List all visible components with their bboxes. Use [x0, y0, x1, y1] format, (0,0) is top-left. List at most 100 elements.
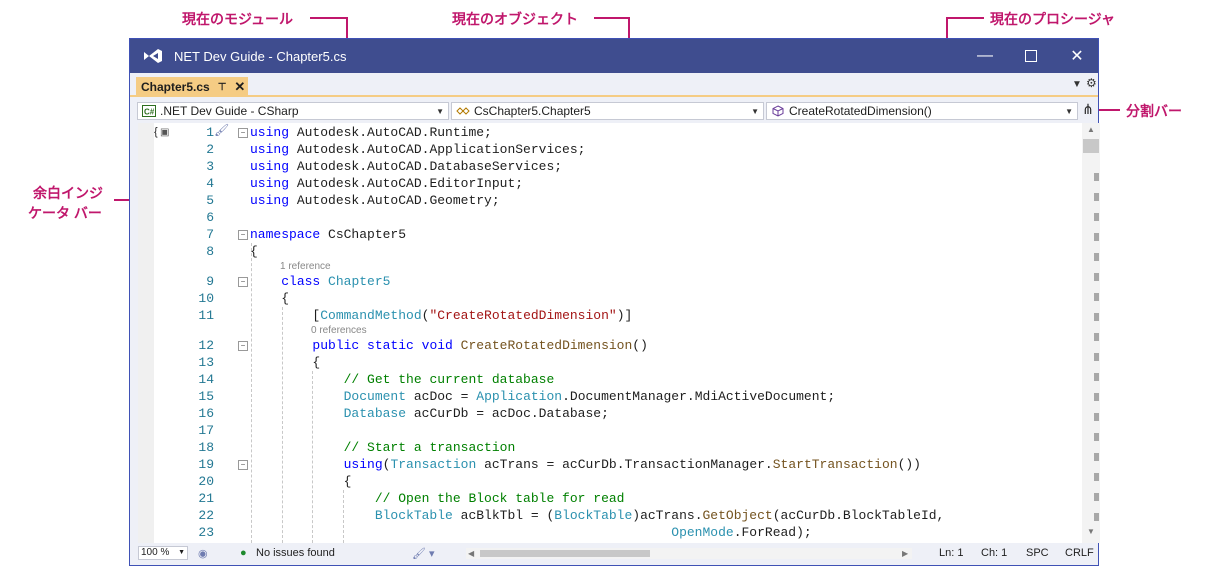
collapse-icon[interactable]: −	[238, 277, 248, 287]
line-number: 6	[206, 210, 214, 225]
indent-guide	[312, 371, 313, 543]
line-number: 20	[198, 474, 214, 489]
line-number: 1	[206, 125, 214, 140]
scrollbar-overview-mark	[1094, 273, 1099, 281]
code-editor[interactable]: { ▣ 🖌 1− using Autodesk.AutoCAD.Runtime; 2…	[138, 123, 1100, 543]
code-token: "CreateRotatedDimension"	[429, 308, 617, 323]
code-line[interactable]: 10 {	[138, 290, 1078, 307]
maximize-button[interactable]	[1008, 39, 1054, 73]
callout-splitter-bar: 分割バー	[1126, 103, 1182, 119]
code-token: using	[250, 159, 290, 174]
zoom-select[interactable]: 100 % ▼	[138, 546, 188, 560]
line-number-status[interactable]: Ln: 1	[939, 547, 963, 559]
close-tab-icon[interactable]: ✕	[234, 79, 245, 95]
callout-current-object: 現在のオブジェクト	[452, 11, 578, 27]
scrollbar-overview-mark	[1094, 433, 1099, 441]
codelens-reference-count[interactable]: 0 references	[311, 325, 367, 337]
code-line[interactable]: 8{	[138, 243, 1078, 260]
object-dropdown[interactable]: CsChapter5.Chapter5 ▼	[451, 102, 764, 120]
code-token: Database	[343, 406, 407, 421]
code-token: Autodesk.AutoCAD.Geometry;	[289, 193, 500, 208]
code-line[interactable]: 16 Database acCurDb = acDoc.Database;	[138, 405, 1078, 422]
code-line[interactable]: 7 − namespace CsChapter5	[138, 226, 1078, 243]
code-text: [CommandMethod("CreateRotatedDimension")…	[250, 307, 632, 324]
object-dropdown-label: CsChapter5.Chapter5	[474, 104, 591, 118]
code-line[interactable]: 13 {	[138, 354, 1078, 371]
whitespace-status[interactable]: SPC	[1026, 547, 1049, 559]
code-line[interactable]: 1 − using Autodesk.AutoCAD.Runtime;	[138, 124, 1078, 141]
callout-current-procedure: 現在のプロシージャ	[990, 11, 1116, 27]
collapse-icon[interactable]: −	[238, 460, 248, 470]
code-line[interactable]: 3 using Autodesk.AutoCAD.DatabaseServices…	[138, 158, 1078, 175]
tab-chapter5-cs[interactable]: Chapter5.cs ⊤ ✕	[136, 77, 248, 97]
code-token: Autodesk.AutoCAD.EditorInput;	[289, 176, 524, 191]
line-number: 9	[206, 274, 214, 289]
code-text: {	[250, 290, 289, 307]
code-line[interactable]: 21 // Open the Block table for read	[138, 490, 1078, 507]
callout-current-module: 現在のモジュール	[182, 11, 294, 27]
scroll-up-icon[interactable]: ▲	[1087, 125, 1095, 134]
scrollbar-overview-mark	[1094, 353, 1099, 361]
line-number: 18	[198, 440, 214, 455]
code-line[interactable]: 4 using Autodesk.AutoCAD.EditorInput;	[138, 175, 1078, 192]
copilot-icon[interactable]: ◉	[198, 547, 208, 560]
scrollbar-overview-mark	[1094, 393, 1099, 401]
editor-window: NET Dev Guide - Chapter5.cs — ✕ Chapter5…	[129, 38, 1100, 566]
code-line[interactable]: 17	[138, 422, 1078, 439]
method-icon	[772, 105, 784, 117]
scroll-right-icon[interactable]: ▶	[902, 549, 908, 558]
module-dropdown[interactable]: C# .NET Dev Guide - CSharp ▼	[137, 102, 449, 120]
line-number: 3	[206, 159, 214, 174]
code-token: (acCurDb.BlockTableId,	[772, 508, 945, 523]
line-number: 5	[206, 193, 214, 208]
navigation-bar: C# .NET Dev Guide - CSharp ▼ CsChapter5.…	[130, 99, 1098, 123]
issues-status[interactable]: No issues found	[256, 547, 335, 559]
tab-list-dropdown-icon[interactable]: ▼	[1072, 79, 1082, 90]
pin-icon[interactable]: ⊤	[218, 82, 227, 93]
code-line[interactable]: 9 − class Chapter5	[138, 273, 1078, 290]
code-line[interactable]: 15 Document acDoc = Application.Document…	[138, 388, 1078, 405]
code-line[interactable]: 22 BlockTable acBlkTbl = (BlockTable)acT…	[138, 507, 1078, 524]
scrollbar-thumb[interactable]	[1083, 139, 1099, 153]
line-number: 22	[198, 508, 214, 523]
scroll-down-icon[interactable]: ▼	[1087, 527, 1095, 536]
callout-line	[310, 17, 348, 19]
code-line[interactable]: 20 {	[138, 473, 1078, 490]
code-line[interactable]: 2 using Autodesk.AutoCAD.ApplicationServi…	[138, 141, 1078, 158]
code-token: CommandMethod	[320, 308, 422, 323]
code-text: using Autodesk.AutoCAD.ApplicationServic…	[250, 141, 585, 158]
indent-guide	[343, 490, 344, 543]
code-token: class	[281, 274, 321, 289]
code-cleanup-icon[interactable]: 🖌 ▾	[412, 547, 435, 560]
collapse-icon[interactable]: −	[238, 128, 248, 138]
scroll-left-icon[interactable]: ◀	[468, 549, 474, 558]
horizontal-scrollbar-thumb[interactable]	[480, 550, 650, 557]
collapse-icon[interactable]: −	[238, 230, 248, 240]
code-line[interactable]: 12 − public static void CreateRotatedDime…	[138, 337, 1078, 354]
line-number: 10	[198, 291, 214, 306]
code-line[interactable]: 11 [CommandMethod("CreateRotatedDimensio…	[138, 307, 1078, 324]
callout-line	[1098, 109, 1120, 111]
collapse-icon[interactable]: −	[238, 341, 248, 351]
line-number: 7	[206, 227, 214, 242]
close-window-button[interactable]: ✕	[1054, 39, 1100, 73]
code-line[interactable]: 18 // Start a transaction	[138, 439, 1078, 456]
column-status[interactable]: Ch: 1	[981, 547, 1007, 559]
code-line[interactable]: 14 // Get the current database	[138, 371, 1078, 388]
code-token: Autodesk.AutoCAD.Runtime;	[289, 125, 492, 140]
procedure-dropdown[interactable]: CreateRotatedDimension() ▼	[766, 102, 1078, 120]
code-line[interactable]: 5 using Autodesk.AutoCAD.Geometry;	[138, 192, 1078, 209]
splitter-bar-icon[interactable]: ⋔	[1081, 101, 1095, 121]
code-line[interactable]: 6	[138, 209, 1078, 226]
codelens-reference-count[interactable]: 1 reference	[280, 261, 331, 273]
horizontal-scrollbar[interactable]: ◀ ▶	[466, 548, 912, 559]
scrollbar-overview-mark	[1094, 313, 1099, 321]
code-line[interactable]: 23 OpenMode.ForRead);	[138, 524, 1078, 541]
gear-icon[interactable]: ⚙	[1086, 76, 1097, 90]
line-ending-status[interactable]: CRLF	[1065, 547, 1094, 559]
code-line[interactable]: 19 − using(Transaction acTrans = acCurDb.…	[138, 456, 1078, 473]
vertical-scrollbar[interactable]: ▲ ▼	[1082, 123, 1100, 543]
minimize-button[interactable]: —	[962, 39, 1008, 73]
